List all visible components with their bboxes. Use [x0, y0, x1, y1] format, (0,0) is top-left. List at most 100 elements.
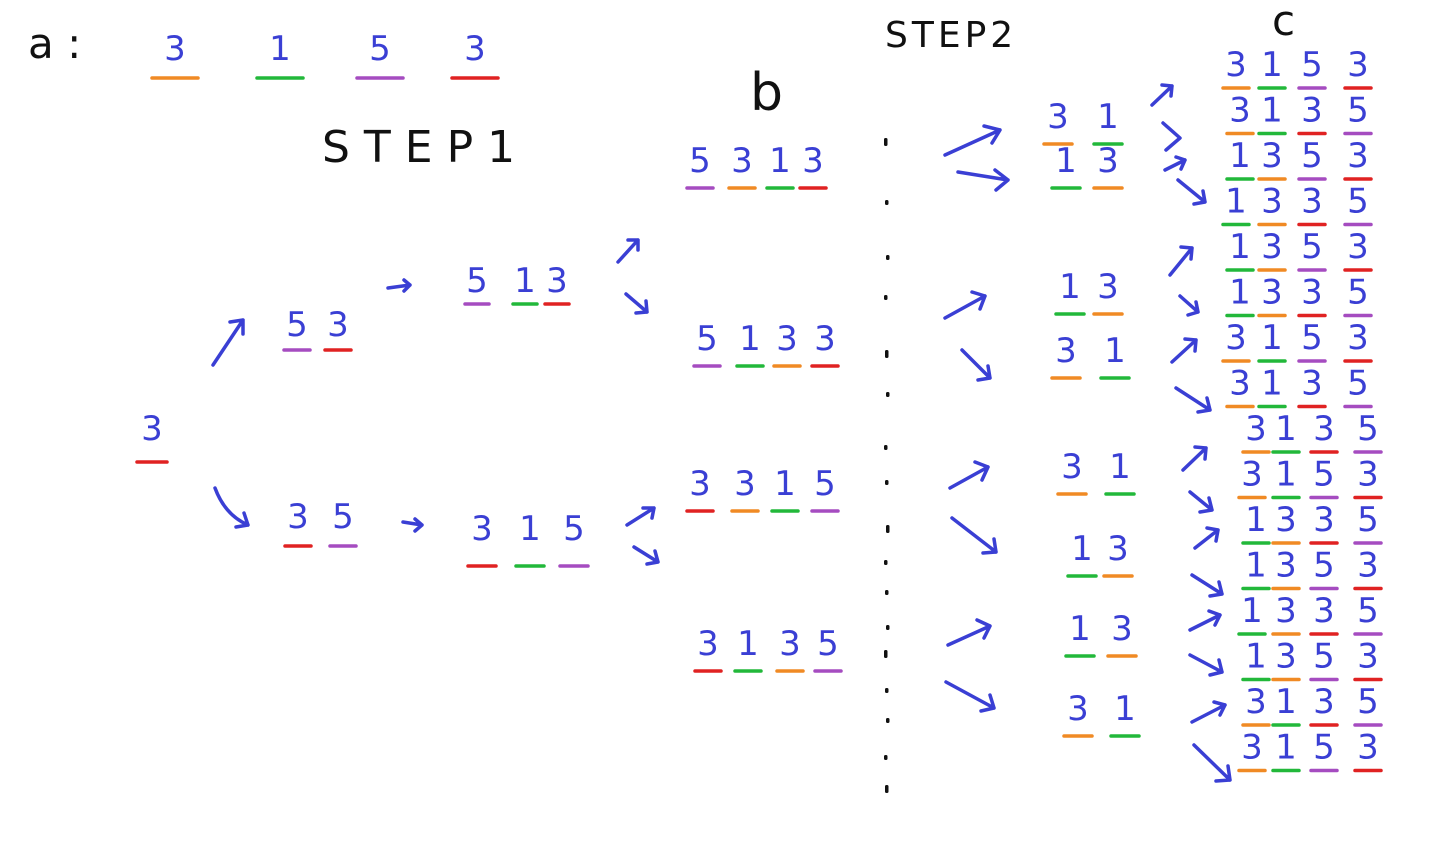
arrow-icon — [943, 290, 987, 320]
digit-row: 1335 — [1225, 273, 1373, 318]
arrow-icon — [625, 506, 656, 527]
separator-dot — [886, 525, 890, 533]
digit: 1 — [1245, 637, 1267, 677]
arrow-icon — [1174, 386, 1212, 414]
digit: 3 — [287, 497, 309, 537]
digit: 3 — [1261, 136, 1283, 176]
digit: 5 — [1347, 273, 1369, 313]
label-step2: STEP2 — [885, 15, 1017, 56]
digit-row: 13 — [1054, 267, 1124, 316]
digit-row: 1353 — [1241, 637, 1383, 682]
digit: 3 — [471, 509, 493, 549]
digit: 5 — [1357, 409, 1379, 449]
digit: 5 — [332, 497, 354, 537]
digit: 3 — [1261, 182, 1283, 222]
digit: 1 — [1261, 45, 1283, 85]
digit: 3 — [1229, 91, 1251, 131]
arrow-icon — [1188, 653, 1224, 677]
digit: 1 — [1109, 447, 1131, 487]
digit-row: 13 — [1066, 529, 1134, 578]
arrow-icon — [1181, 445, 1208, 472]
digit: 1 — [1275, 682, 1297, 722]
digit: 3 — [814, 319, 836, 359]
digit: 5 — [817, 624, 839, 664]
digit: 3 — [1313, 500, 1335, 540]
label-step1: STEP1 — [322, 122, 529, 173]
arrow-icon — [960, 348, 992, 382]
digit: 3 — [1313, 409, 1335, 449]
digit: 3 — [1301, 364, 1323, 404]
digit: 3 — [1055, 331, 1077, 371]
step1-tree: 35 33 55 1 33 1 5 — [135, 261, 590, 568]
digit: 3 — [1107, 529, 1129, 569]
digit-row: 3135 — [1241, 682, 1383, 727]
digit: 5 — [1357, 500, 1379, 540]
digit: 1 — [1275, 409, 1297, 449]
arrow-icon — [1168, 245, 1194, 277]
digit-row: 3315 — [685, 464, 840, 513]
separator-dot — [885, 590, 889, 595]
separator-dot — [884, 138, 888, 146]
digit: 1 — [1229, 136, 1251, 176]
digit: 1 — [519, 509, 541, 549]
digit: 3 — [1067, 689, 1089, 729]
digit: 3 — [779, 624, 801, 664]
digit-row: 53 — [282, 305, 353, 352]
digit: 5 — [1347, 364, 1369, 404]
digit: 3 — [1357, 728, 1379, 768]
arrow-icon — [1176, 178, 1207, 206]
arrow-icon — [624, 292, 649, 315]
digit-row: 31 — [1062, 689, 1141, 738]
digit: 1 — [1275, 455, 1297, 495]
label-a: a : — [28, 19, 81, 68]
separator-dot — [885, 350, 889, 358]
arrow-icon — [213, 486, 250, 529]
digit: 3 — [1357, 455, 1379, 495]
digit: 1 — [1097, 97, 1119, 137]
separator-dot — [886, 625, 890, 630]
arrow-icon — [1188, 490, 1214, 514]
arrow-icon — [1190, 573, 1224, 598]
digit: 3 — [1301, 182, 1323, 222]
digit: 1 — [1275, 728, 1297, 768]
digit: 3 — [1111, 609, 1133, 649]
arrow-icon — [1161, 121, 1182, 152]
digit: 3 — [1275, 546, 1297, 586]
separator-dot — [884, 755, 888, 760]
separator-dot — [884, 650, 888, 658]
digit: 5 — [1357, 682, 1379, 722]
digit: 3 — [546, 261, 568, 301]
digit: 3 — [1347, 136, 1369, 176]
digit: 5 — [466, 261, 488, 301]
arrow-icon — [1163, 155, 1187, 172]
diagram-canvas: a : STEP1 b STEP2 c 3153 35 33 55 1 33 1 5 531… — [28, 0, 1383, 793]
digit: 5 — [1313, 637, 1335, 677]
digit: 3 — [1347, 227, 1369, 267]
digit: 3 — [776, 319, 798, 359]
digit: 1 — [1245, 546, 1267, 586]
digit: 5 — [1347, 91, 1369, 131]
digit: 3 — [1229, 364, 1251, 404]
digit: 3 — [734, 464, 756, 504]
digit: 1 — [739, 319, 761, 359]
digit: 3 — [1275, 500, 1297, 540]
digit: 5 — [1313, 546, 1335, 586]
arrow-icon — [948, 460, 990, 490]
digit: 3 — [1097, 141, 1119, 181]
digit: 5 — [1313, 455, 1335, 495]
digit: 1 — [1071, 529, 1093, 569]
digit: 1 — [1229, 273, 1251, 313]
arrow-icon — [1192, 743, 1232, 783]
digit: 3 — [1275, 637, 1297, 677]
digit-row: 315 — [466, 509, 590, 568]
digit: 3 — [1261, 227, 1283, 267]
arrow-icon — [1188, 609, 1222, 632]
digit: 1 — [1225, 182, 1247, 222]
separator-dot — [884, 295, 888, 300]
digit: 1 — [1055, 141, 1077, 181]
digit: 5 — [689, 141, 711, 181]
arrow-icon — [1178, 294, 1200, 317]
digit-row: 3135 — [693, 624, 843, 673]
arrow-icon — [401, 517, 424, 533]
digit: 3 — [1313, 591, 1335, 631]
